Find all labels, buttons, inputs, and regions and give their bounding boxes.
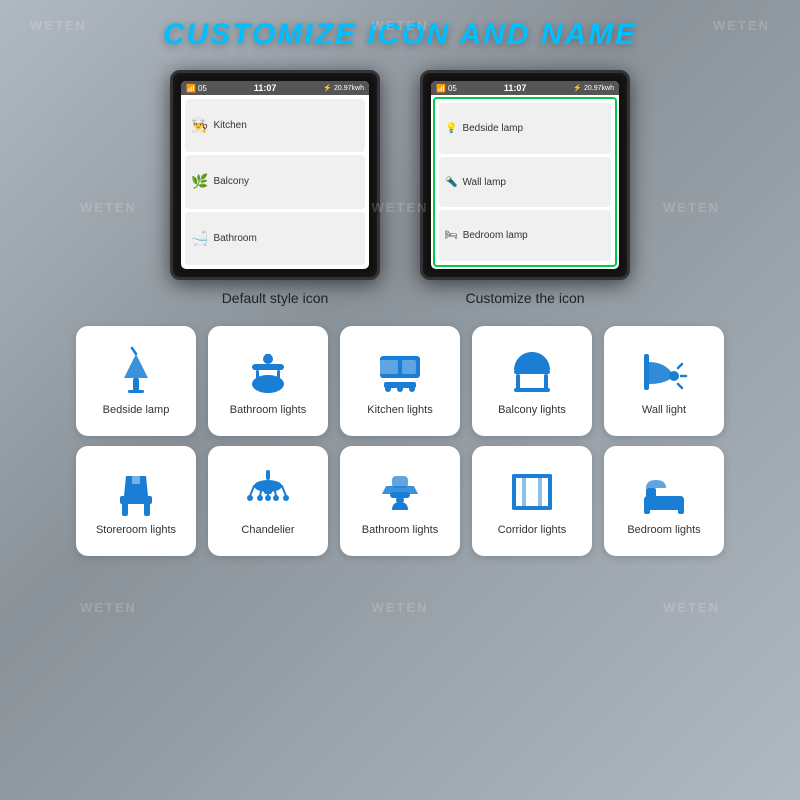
icon-card-corridor-lights[interactable]: Corridor lights	[472, 446, 592, 556]
bathroom-lights-icon	[242, 346, 294, 398]
icons-grid-row1: Bedside lamp Bathroom lights	[20, 326, 780, 436]
screen-item-wall[interactable]: 🔦 Wall lamp	[439, 157, 611, 208]
bedroom-lights-label: Bedroom lights	[627, 524, 700, 536]
balcony-label: Balcony	[213, 176, 249, 187]
os-label: 05	[198, 84, 207, 93]
power-display-right: ⚡ 20.97kwh	[573, 84, 614, 92]
panel-right: 📶 05 11:07 ⚡ 20.97kwh 💡 Bedside lamp 🔦 W…	[420, 70, 630, 306]
screen-item-balcony[interactable]: 🌿 Balcony	[185, 155, 365, 208]
balcony-lights-label: Balcony lights	[498, 404, 566, 416]
kitchen-label: Kitchen	[213, 120, 246, 131]
bedside-lamp-icon	[110, 346, 162, 398]
screen-left: 📶 05 11:07 ⚡ 20.97kwh 👨‍🍳 Kitchen 🌿 Balc…	[181, 81, 369, 269]
storeroom-lights-label: Storeroom lights	[96, 524, 176, 536]
balcony-icon: 🌿	[191, 173, 208, 190]
icon-card-chandelier[interactable]: Chandelier	[208, 446, 328, 556]
panels-row: 📶 05 11:07 ⚡ 20.97kwh 👨‍🍳 Kitchen 🌿 Balc…	[0, 70, 800, 306]
chandelier-label: Chandelier	[241, 524, 294, 536]
bedside-lamp-label: Bedside lamp	[103, 404, 170, 416]
icon-card-bedside-lamp[interactable]: Bedside lamp	[76, 326, 196, 436]
bathroom-lights-2-icon	[374, 466, 426, 518]
screen-item-bedside[interactable]: 💡 Bedside lamp	[439, 103, 611, 154]
wifi-icon: 📶	[186, 84, 196, 93]
wall-light-icon	[638, 346, 690, 398]
icon-card-bedroom-lights[interactable]: Bedroom lights	[604, 446, 724, 556]
screen-header-right: 📶 05 11:07 ⚡ 20.97kwh	[431, 81, 619, 95]
icon-card-bathroom-lights[interactable]: Bathroom lights	[208, 326, 328, 436]
os-label-r: 05	[448, 84, 457, 93]
bathroom-lights-2-label: Bathroom lights	[362, 524, 438, 536]
wall-icon-screen: 🔦	[445, 177, 457, 188]
bathroom-lights-label: Bathroom lights	[230, 404, 306, 416]
power-display-left: ⚡ 20.97kwh	[323, 84, 364, 92]
kitchen-icon: 👨‍🍳	[191, 117, 208, 134]
icons-section: Bedside lamp Bathroom lights	[0, 326, 800, 556]
watermark: WETEN	[80, 600, 137, 615]
wall-light-label: Wall light	[642, 404, 686, 416]
bedside-label: Bedside lamp	[462, 123, 523, 134]
kitchen-lights-icon	[374, 346, 426, 398]
icon-card-balcony-lights[interactable]: Balcony lights	[472, 326, 592, 436]
bathroom-label: Bathroom	[213, 233, 256, 244]
storeroom-lights-icon	[110, 466, 162, 518]
chandelier-icon	[242, 466, 294, 518]
page-title: CUSTOMIZE ICON AND NAME	[0, 0, 800, 52]
time-display-right: 11:07	[504, 83, 527, 93]
wifi-icon-r: 📶	[436, 84, 446, 93]
screen-items-left: 👨‍🍳 Kitchen 🌿 Balcony 🛁 Bathroom	[181, 95, 369, 269]
panel-left-label: Default style icon	[222, 290, 329, 306]
bathroom-icon: 🛁	[191, 230, 208, 247]
icons-grid-row2: Storeroom lights	[20, 446, 780, 556]
screen-item-kitchen[interactable]: 👨‍🍳 Kitchen	[185, 99, 365, 152]
bedroom-lights-icon	[638, 466, 690, 518]
screen-items-custom: 💡 Bedside lamp 🔦 Wall lamp 🛏 Bedroom lam…	[433, 97, 617, 267]
screen-header-left: 📶 05 11:07 ⚡ 20.97kwh	[181, 81, 369, 95]
watermark: WETEN	[372, 600, 429, 615]
screen-right: 📶 05 11:07 ⚡ 20.97kwh 💡 Bedside lamp 🔦 W…	[431, 81, 619, 269]
icon-card-wall-light[interactable]: Wall light	[604, 326, 724, 436]
screen-item-bedroom[interactable]: 🛏 Bedroom lamp	[439, 210, 611, 261]
watermark: WETEN	[663, 600, 720, 615]
bedside-icon-screen: 💡	[445, 123, 457, 134]
corridor-lights-icon	[506, 466, 558, 518]
bedroom-label: Bedroom lamp	[463, 230, 528, 241]
screen-item-bathroom[interactable]: 🛁 Bathroom	[185, 212, 365, 265]
panel-right-label: Customize the icon	[465, 290, 584, 306]
icon-card-storeroom-lights[interactable]: Storeroom lights	[76, 446, 196, 556]
balcony-lights-icon	[506, 346, 558, 398]
corridor-lights-label: Corridor lights	[498, 524, 566, 536]
wall-label: Wall lamp	[462, 177, 506, 188]
icon-card-kitchen-lights[interactable]: Kitchen lights	[340, 326, 460, 436]
switch-device-left: 📶 05 11:07 ⚡ 20.97kwh 👨‍🍳 Kitchen 🌿 Balc…	[170, 70, 380, 280]
switch-device-right: 📶 05 11:07 ⚡ 20.97kwh 💡 Bedside lamp 🔦 W…	[420, 70, 630, 280]
panel-left: 📶 05 11:07 ⚡ 20.97kwh 👨‍🍳 Kitchen 🌿 Balc…	[170, 70, 380, 306]
kitchen-lights-label: Kitchen lights	[367, 404, 432, 416]
time-display-left: 11:07	[254, 83, 277, 93]
icon-card-bathroom-lights-2[interactable]: Bathroom lights	[340, 446, 460, 556]
bedroom-icon-screen: 🛏	[445, 230, 458, 241]
